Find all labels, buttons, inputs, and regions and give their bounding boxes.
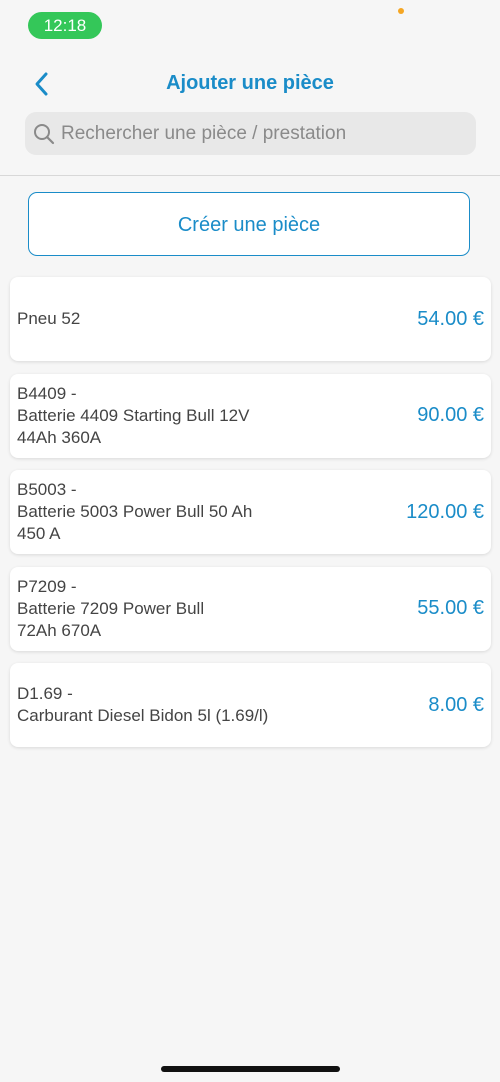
parts-list: Pneu 52 54.00 € B4409 - Batterie 4409 St… [10, 277, 491, 760]
part-price: 55.00 € [417, 597, 484, 619]
part-price: 8.00 € [428, 693, 484, 716]
status-time: 12:18 [28, 12, 102, 39]
search-bar[interactable] [25, 112, 476, 155]
part-price: 90.00 € [417, 404, 484, 426]
privacy-indicator-dot [398, 8, 404, 14]
search-icon [34, 124, 55, 145]
part-name: D1.69 - Carburant Diesel Bidon 5l (1.69/… [17, 684, 269, 725]
list-item[interactable]: P7209 - Batterie 7209 Power Bull 72Ah 67… [10, 566, 491, 651]
home-indicator[interactable] [161, 1066, 340, 1072]
list-item[interactable]: D1.69 - Carburant Diesel Bidon 5l (1.69/… [10, 663, 491, 747]
header: Ajouter une pièce [0, 50, 500, 176]
status-bar: 12:18 [0, 0, 500, 50]
page-title: Ajouter une pièce [166, 72, 334, 94]
part-price: 54.00 € [417, 307, 484, 330]
part-name: P7209 - Batterie 7209 Power Bull 72Ah 67… [17, 576, 205, 640]
create-part-button[interactable]: Créer une pièce [28, 192, 470, 256]
list-item[interactable]: Pneu 52 54.00 € [10, 277, 491, 361]
list-item[interactable]: B4409 - Batterie 4409 Starting Bull 12V … [10, 373, 491, 458]
list-item[interactable]: B5003 - Batterie 5003 Power Bull 50 Ah 4… [10, 470, 491, 554]
part-name: B4409 - Batterie 4409 Starting Bull 12V … [17, 383, 250, 447]
part-name: B5003 - Batterie 5003 Power Bull 50 Ah 4… [17, 480, 253, 543]
part-price: 120.00 € [406, 500, 484, 523]
search-input[interactable] [61, 112, 466, 155]
part-name: Pneu 52 [17, 309, 81, 328]
